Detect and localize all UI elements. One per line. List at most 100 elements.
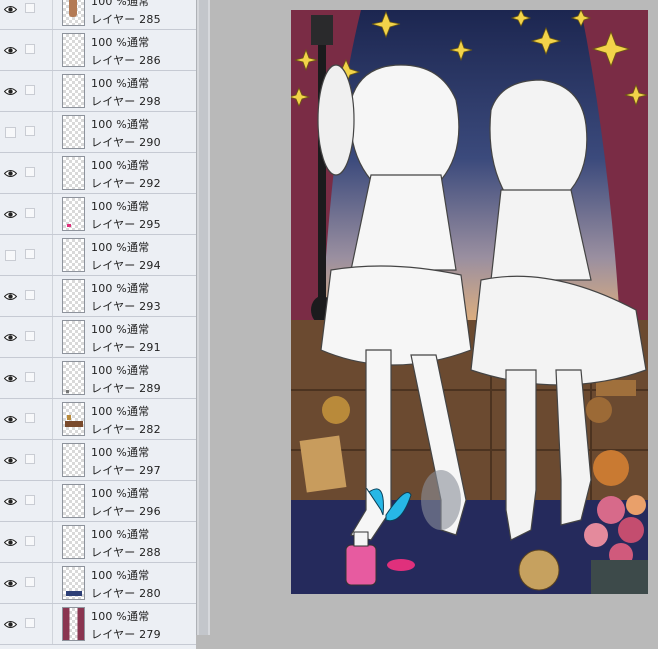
- layer-row[interactable]: 100 %通常 レイヤー 296: [0, 481, 196, 522]
- lock-toggle[interactable]: [25, 167, 35, 177]
- layer-thumbnail[interactable]: [62, 443, 85, 477]
- lock-toggle[interactable]: [25, 454, 35, 464]
- visibility-toggle[interactable]: [0, 522, 20, 562]
- visibility-toggle[interactable]: [0, 0, 20, 29]
- layer-row[interactable]: 100 %通常 レイヤー 294: [0, 235, 196, 276]
- layer-name[interactable]: レイヤー 293: [91, 298, 161, 314]
- layer-thumbnail[interactable]: [62, 156, 85, 190]
- layer-blend-mode: 100 %通常: [91, 282, 150, 295]
- layer-thumbnail[interactable]: [62, 566, 85, 600]
- lock-toggle[interactable]: [25, 577, 35, 587]
- layer-row[interactable]: 100 %通常 レイヤー 279: [0, 604, 196, 645]
- layer-name[interactable]: レイヤー 294: [91, 257, 161, 273]
- layer-thumbnail[interactable]: [62, 197, 85, 231]
- layer-thumbnail[interactable]: [62, 402, 85, 436]
- layer-thumbnail[interactable]: [62, 115, 85, 149]
- layer-name[interactable]: レイヤー 290: [91, 134, 161, 150]
- lock-toggle[interactable]: [25, 44, 35, 54]
- layer-row[interactable]: 100 %通常 レイヤー 297: [0, 440, 196, 481]
- layer-name[interactable]: レイヤー 298: [91, 93, 161, 109]
- layer-thumbnail[interactable]: [62, 33, 85, 67]
- lock-toggle[interactable]: [25, 3, 35, 13]
- layer-row[interactable]: 100 %通常 レイヤー 291: [0, 317, 196, 358]
- visibility-toggle[interactable]: [0, 604, 20, 644]
- visibility-toggle[interactable]: [0, 71, 20, 111]
- layer-blend-mode: 100 %通常: [91, 610, 150, 623]
- folder-indent-line: [52, 30, 53, 70]
- layer-thumbnail[interactable]: [62, 361, 85, 395]
- visibility-toggle[interactable]: [0, 276, 20, 316]
- thumbnail-mark: [66, 591, 82, 596]
- lock-toggle[interactable]: [25, 536, 35, 546]
- layer-name[interactable]: レイヤー 279: [91, 626, 161, 642]
- layer-blend-mode: 100 %通常: [91, 446, 150, 459]
- visibility-toggle[interactable]: [0, 399, 20, 439]
- visibility-toggle[interactable]: [0, 358, 20, 398]
- visibility-toggle[interactable]: [0, 481, 20, 521]
- lock-toggle[interactable]: [25, 372, 35, 382]
- visibility-toggle[interactable]: [0, 235, 20, 275]
- lock-toggle[interactable]: [25, 126, 35, 136]
- layer-row[interactable]: 100 %通常 レイヤー 286: [0, 30, 196, 71]
- layer-thumbnail[interactable]: [62, 238, 85, 272]
- visibility-toggle[interactable]: [0, 30, 20, 70]
- visibility-toggle[interactable]: [0, 563, 20, 603]
- folder-indent-line: [52, 522, 53, 562]
- layer-name[interactable]: レイヤー 286: [91, 52, 161, 68]
- folder-indent-line: [52, 399, 53, 439]
- layer-thumbnail[interactable]: [62, 279, 85, 313]
- layer-row[interactable]: 100 %通常 レイヤー 292: [0, 153, 196, 194]
- layer-row[interactable]: 100 %通常 レイヤー 285: [0, 0, 196, 30]
- layers-panel-scrollbar[interactable]: [196, 0, 210, 635]
- layer-row[interactable]: 100 %通常 レイヤー 282: [0, 399, 196, 440]
- layer-name[interactable]: レイヤー 295: [91, 216, 161, 232]
- lock-toggle[interactable]: [25, 85, 35, 95]
- layer-name[interactable]: レイヤー 288: [91, 544, 161, 560]
- layer-row[interactable]: 100 %通常 レイヤー 298: [0, 71, 196, 112]
- layer-thumbnail[interactable]: [62, 320, 85, 354]
- scrollbar-thumb[interactable]: [199, 0, 208, 635]
- lock-toggle[interactable]: [25, 331, 35, 341]
- layer-row[interactable]: 100 %通常 レイヤー 293: [0, 276, 196, 317]
- layer-thumbnail[interactable]: [62, 607, 85, 641]
- moon-emblem: [322, 396, 350, 424]
- layer-row[interactable]: 100 %通常 レイヤー 280: [0, 563, 196, 604]
- layer-name[interactable]: レイヤー 297: [91, 462, 161, 478]
- layer-name[interactable]: レイヤー 296: [91, 503, 161, 519]
- lock-toggle[interactable]: [25, 495, 35, 505]
- lock-toggle[interactable]: [25, 618, 35, 628]
- lock-toggle[interactable]: [25, 290, 35, 300]
- lamp-head: [311, 15, 333, 45]
- visibility-toggle[interactable]: [0, 112, 20, 152]
- folder-indent-line: [52, 317, 53, 357]
- layer-name[interactable]: レイヤー 285: [91, 11, 161, 27]
- lock-toggle[interactable]: [25, 208, 35, 218]
- lock-toggle[interactable]: [25, 249, 35, 259]
- layer-thumbnail[interactable]: [62, 484, 85, 518]
- layers-panel: 100 %通常 レイヤー 285 100 %通常 レイヤー 286 100 %通常 レイヤ…: [0, 0, 196, 649]
- visibility-toggle[interactable]: [0, 317, 20, 357]
- folder-indent-line: [52, 194, 53, 234]
- visibility-toggle[interactable]: [0, 153, 20, 193]
- lock-toggle[interactable]: [25, 413, 35, 423]
- layer-name[interactable]: レイヤー 280: [91, 585, 161, 601]
- layer-thumbnail[interactable]: [62, 525, 85, 559]
- eye-icon: [3, 579, 17, 587]
- layer-name[interactable]: レイヤー 282: [91, 421, 161, 437]
- layer-row[interactable]: 100 %通常 レイヤー 289: [0, 358, 196, 399]
- eye-icon: [3, 538, 17, 546]
- layer-row[interactable]: 100 %通常 レイヤー 288: [0, 522, 196, 563]
- visibility-toggle[interactable]: [0, 440, 20, 480]
- layer-thumbnail[interactable]: [62, 0, 85, 26]
- layer-name[interactable]: レイヤー 291: [91, 339, 161, 355]
- layer-thumbnail[interactable]: [62, 74, 85, 108]
- layer-name[interactable]: レイヤー 289: [91, 380, 161, 396]
- layer-blend-mode: 100 %通常: [91, 36, 150, 49]
- artwork-canvas[interactable]: [291, 10, 648, 594]
- visibility-toggle[interactable]: [0, 194, 20, 234]
- layer-row[interactable]: 100 %通常 レイヤー 290: [0, 112, 196, 153]
- folder-indent-line: [52, 0, 53, 29]
- layer-row[interactable]: 100 %通常 レイヤー 295: [0, 194, 196, 235]
- layer-name[interactable]: レイヤー 292: [91, 175, 161, 191]
- eye-icon: [3, 5, 17, 13]
